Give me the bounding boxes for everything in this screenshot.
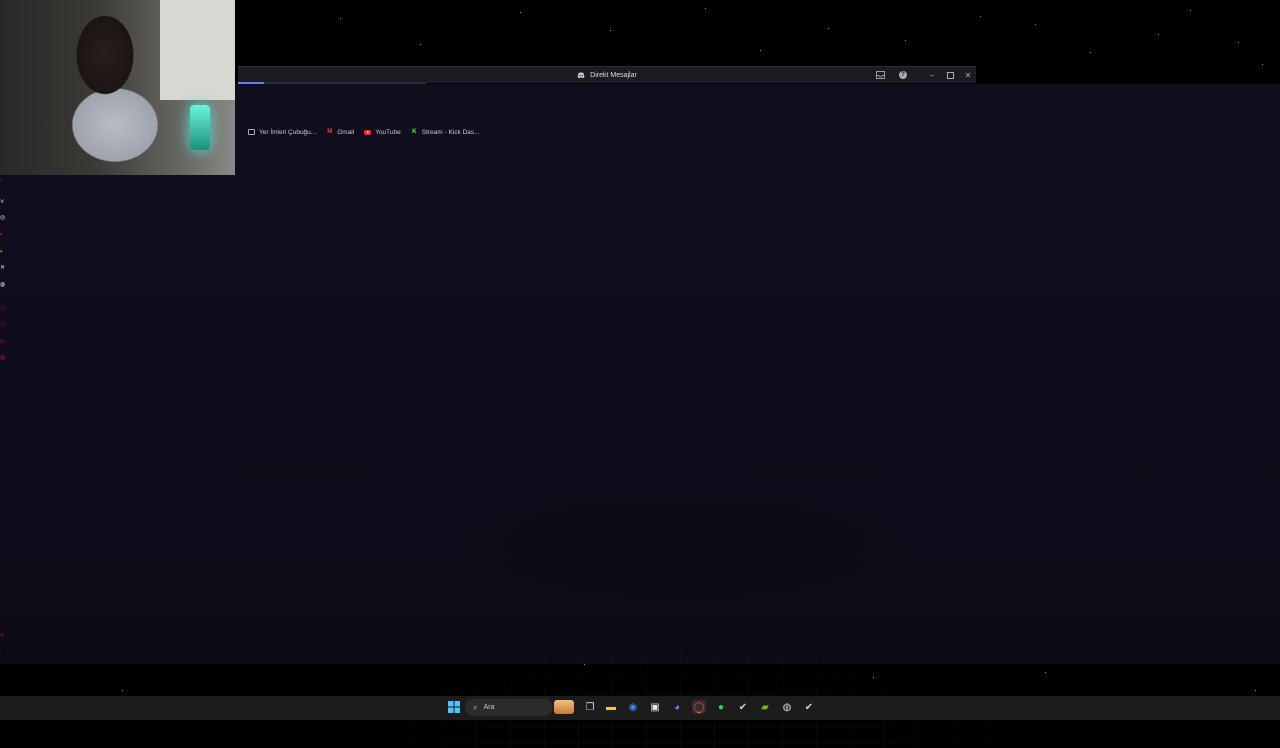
- sidebar-edge-icon[interactable]: ♡: [0, 306, 5, 312]
- sidebar-edge-icon[interactable]: ◦: [0, 177, 5, 183]
- sidebar-edge-icon[interactable]: ×: [0, 633, 5, 639]
- discord-icon: ◕: [673, 701, 681, 713]
- direct-messages-window: Direkt Mesajlar ? – ✕: [238, 66, 976, 83]
- chrome-button[interactable]: ◉: [626, 700, 640, 714]
- discord-taskbar-button[interactable]: ◕: [670, 700, 684, 714]
- bookmark-youtube[interactable]: YouTube: [364, 129, 401, 136]
- discord-icon: [577, 72, 585, 78]
- steam-icon: ✔: [804, 701, 814, 713]
- file-explorer-button[interactable]: ▬: [604, 700, 618, 714]
- bookmark-label: Yer İmleri Çubuğu...: [259, 128, 317, 136]
- close-button[interactable]: ✕: [959, 67, 977, 83]
- taskbar: ⌕ Ara ❐ ▬ ◉ ▣ ◕ ◯ ● ✔ ▰ ◍ ✔: [0, 696, 1280, 720]
- inbox-icon: [875, 71, 885, 79]
- spotify-icon: ●: [717, 701, 725, 713]
- sidebar-edge-icon[interactable]: ✕: [0, 265, 5, 271]
- sidebar-edge-icon[interactable]: ◇: [0, 339, 5, 345]
- close-icon: ✕: [964, 70, 972, 80]
- bookmark-folder[interactable]: Yer İmleri Çubuğu...: [248, 129, 316, 136]
- search-placeholder: Ara: [483, 704, 495, 711]
- bookmark-label: Gmail: [337, 128, 355, 136]
- maximize-button[interactable]: [941, 67, 959, 83]
- search-icon: ⌕: [473, 702, 478, 712]
- nvidia-button[interactable]: ▰: [758, 700, 772, 714]
- bookmark-label: YouTube: [375, 128, 401, 136]
- help-icon: ?: [899, 71, 907, 79]
- opera-gx-icon: ◯: [693, 701, 705, 713]
- opera-gx-button[interactable]: ◯: [692, 700, 706, 714]
- app-button[interactable]: ◍: [780, 700, 794, 714]
- background-lamp: [190, 105, 210, 150]
- bookmark-gmail[interactable]: M Gmail: [326, 129, 354, 136]
- window-title: Direkt Mesajlar: [590, 71, 637, 79]
- minimize-button[interactable]: –: [923, 67, 941, 83]
- gmail-icon: M: [327, 129, 333, 135]
- background-shelf: [160, 0, 235, 100]
- maximize-icon: [946, 71, 954, 79]
- bookmarks-bar: Yer İmleri Çubuğu... M Gmail YouTube K S…: [248, 126, 480, 138]
- sidebar-edge-icon[interactable]: ·: [0, 650, 5, 656]
- progress-fill: [238, 82, 265, 84]
- window-title-bar[interactable]: Direkt Mesajlar: [238, 67, 976, 83]
- task-view-icon: ❐: [585, 701, 595, 713]
- active-indicator: [697, 712, 701, 713]
- grid-floor-background: [0, 614, 1280, 748]
- page-load-progress: [238, 82, 426, 84]
- sidebar-edge-icon[interactable]: ▪: [0, 249, 5, 255]
- chrome-icon: ◉: [628, 701, 638, 713]
- task-view-button[interactable]: ❐: [583, 700, 597, 714]
- help-button[interactable]: ?: [894, 67, 912, 83]
- sidebar-edge-icon[interactable]: ◎: [0, 215, 5, 221]
- folder-icon: ▬: [606, 701, 616, 713]
- taskbar-search[interactable]: ⌕ Ara: [465, 699, 553, 716]
- kick-icon: K: [412, 129, 417, 135]
- sidebar-edge-icon[interactable]: ♡: [0, 322, 5, 328]
- steam-icon: ✔: [738, 701, 748, 713]
- bookmark-label: Stream - Kick Das...: [421, 128, 480, 136]
- windows-icon: [448, 701, 460, 713]
- sidebar-edge-icon[interactable]: ◍: [0, 282, 5, 288]
- youtube-icon: [364, 129, 372, 136]
- steam-secondary-button[interactable]: ✔: [802, 700, 816, 714]
- app-icon: ◍: [782, 701, 792, 713]
- nvidia-icon: ▰: [761, 701, 769, 713]
- bookmark-kick[interactable]: K Stream - Kick Das...: [411, 128, 480, 136]
- store-icon: ▣: [650, 701, 660, 713]
- spotify-button[interactable]: ●: [714, 700, 728, 714]
- sidebar-edge-icon[interactable]: ◎: [0, 355, 5, 361]
- store-button[interactable]: ▣: [648, 700, 662, 714]
- webcam-overlay: [0, 0, 235, 175]
- folder-icon: [248, 129, 255, 136]
- minimize-icon: –: [929, 70, 935, 80]
- inbox-button[interactable]: [871, 67, 889, 83]
- sidebar-edge-icon[interactable]: ▪: [0, 232, 5, 238]
- sidebar-edge-icon[interactable]: ⋎: [0, 199, 5, 205]
- steam-button[interactable]: ✔: [736, 700, 750, 714]
- widgets-button[interactable]: [554, 700, 574, 714]
- start-button[interactable]: [447, 700, 461, 714]
